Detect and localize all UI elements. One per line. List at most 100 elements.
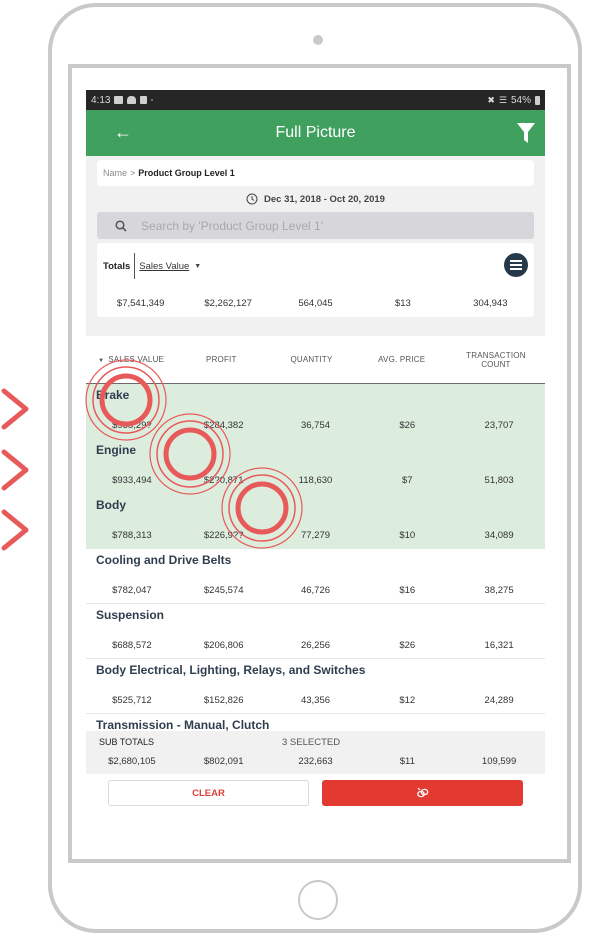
app-bottom-space (86, 810, 545, 858)
column-header-transaction-count[interactable]: TRANSACTION COUNT (447, 351, 545, 369)
table-body: Brake $958,29? $284,382 36,754 $26 23,707 Engi… (86, 384, 545, 734)
table-row[interactable]: Engine $933,494 $2?0,871 118,630 $7 51,803 (86, 439, 545, 494)
row-name: Body Electrical, Lighting, Relays, and S… (96, 663, 366, 677)
table-row[interactable]: Suspension $688,572 $206,806 26,256 $26 16,32… (86, 604, 545, 659)
breadcrumb-separator: > (130, 168, 136, 178)
subtotal-avg-price: $11 (399, 756, 415, 767)
battery-icon (535, 95, 540, 105)
row-name: Cooling and Drive Belts (96, 553, 232, 567)
menu-line (510, 264, 522, 266)
annotation-chevron-3 (0, 508, 30, 552)
annotation-chevron-1 (0, 387, 30, 431)
menu-line (510, 260, 522, 262)
menu-button[interactable] (504, 253, 528, 277)
column-header-quantity[interactable]: QUANTITY (266, 355, 356, 364)
cell-avg-price: $7 (402, 475, 413, 486)
row-name: Engine (96, 443, 137, 457)
cell-transaction-count: 16,321 (484, 640, 514, 651)
gallery-icon (114, 96, 124, 104)
table-row[interactable]: Cooling and Drive Belts $782,047 $245,574 4… (86, 549, 545, 604)
table-row[interactable]: Body Electrical, Lighting, Relays, and S… (86, 659, 545, 714)
unlink-icon (416, 787, 428, 798)
breadcrumb: Name > Product Group Level 1 (97, 160, 534, 186)
app-screen: 4:13 ✖ ☰ 54% ← Full Picture Name > Produ… (86, 90, 545, 810)
status-time: 4:13 (91, 94, 111, 106)
subtotal-quantity: 232,663 (298, 756, 333, 767)
chevron-right-icon (1, 388, 29, 430)
status-bar: 4:13 ✖ ☰ 54% (86, 90, 545, 110)
total-transaction-count: 304,943 (473, 298, 508, 309)
totals-values: $7,541,349 $2,262,127 564,045 $13 304,94… (97, 298, 534, 309)
cell-quantity: 77,279 (300, 530, 331, 541)
unlink-button[interactable] (322, 780, 523, 806)
subtotal-transaction-count: 109,599 (481, 756, 517, 767)
cell-quantity: 43,356 (300, 695, 331, 706)
total-sales-value: $7,541,349 (116, 298, 165, 309)
column-header-profit[interactable]: PROFIT (176, 355, 266, 364)
row-values: $782,047 $245,574 46,726 $16 38,275 (86, 585, 545, 596)
subtotals-bar: SUB TOTALS 3 SELECTED $2,680,105 $802,09… (86, 731, 545, 774)
cell-transaction-count: 51,803 (484, 475, 514, 486)
cell-avg-price: $26 (399, 420, 416, 431)
annotation-chevron-2 (0, 448, 30, 492)
battery-percent: 54% (510, 94, 531, 106)
menu-line (510, 268, 522, 270)
subtotal-sales-value: $2,680,105 (108, 756, 156, 767)
date-range[interactable]: Dec 31, 2018 - Oct 20, 2019 (86, 186, 545, 212)
column-header-sales-value[interactable]: SALES VALUE (86, 355, 176, 364)
cell-transaction-count: 23,707 (484, 420, 514, 431)
mute-icon: ✖ (487, 94, 495, 105)
camera-dot (313, 35, 323, 45)
row-name: Body (96, 498, 126, 512)
total-profit: $2,262,127 (204, 298, 252, 309)
subtotals-label: SUB TOTALS (99, 737, 155, 747)
table-row[interactable]: Brake $958,29? $284,382 36,754 $26 23,707 (86, 384, 545, 439)
cell-profit: $245,574 (203, 585, 244, 596)
cell-profit: $206,806 (203, 640, 244, 651)
table-row[interactable]: Body $788,313 $226,9?? 77,279 $10 34,089 (86, 494, 545, 549)
breadcrumb-root[interactable]: Name (103, 168, 127, 178)
column-header-avg-price[interactable]: AVG. PRICE (357, 355, 447, 364)
chevron-right-icon (1, 449, 29, 491)
cell-quantity: 36,754 (300, 420, 331, 431)
search-input[interactable] (139, 217, 523, 234)
cloud-icon (127, 96, 137, 104)
row-name: Suspension (96, 608, 165, 622)
search-icon (115, 219, 127, 232)
subtotal-profit: $802,091 (203, 756, 244, 767)
selected-count: 3 SELECTED (282, 737, 341, 748)
cell-avg-price: $10 (399, 530, 416, 541)
cell-quantity: 46,726 (300, 585, 331, 596)
cell-profit: $2?0,871 (203, 475, 244, 486)
totals-card: Totals Sales Value ▼ $7,541,349 $2,262,1… (97, 243, 534, 317)
row-values: $933,494 $2?0,871 118,630 $7 51,803 (86, 475, 545, 486)
caret-down-icon[interactable]: ▼ (194, 263, 201, 270)
filter-icon[interactable] (517, 123, 535, 143)
total-avg-price: $13 (394, 298, 411, 309)
app-bar: ← Full Picture (86, 110, 545, 156)
subtotals-values: $2,680,105 $802,091 232,663 $11 109,599 (86, 756, 545, 767)
cell-quantity: 118,630 (298, 475, 333, 486)
row-values: $688,572 $206,806 26,256 $26 16,321 (86, 640, 545, 651)
cell-sales-value: $958,29? (112, 420, 152, 431)
row-name: Brake (96, 388, 130, 402)
home-button[interactable] (298, 880, 338, 920)
metric-selector[interactable]: Sales Value (139, 261, 189, 272)
cell-sales-value: $525,712 (112, 695, 152, 706)
cell-avg-price: $16 (399, 585, 416, 596)
row-values: $525,712 $152,826 43,356 $12 24,289 (86, 695, 545, 706)
sim-icon (140, 96, 148, 104)
cell-profit: $226,9?? (203, 530, 244, 541)
arrow-left-icon[interactable]: ← (114, 122, 132, 142)
action-bar: CLEAR (86, 774, 545, 810)
clear-button[interactable]: CLEAR (108, 780, 309, 806)
breadcrumb-current: Product Group Level 1 (138, 168, 235, 178)
cell-transaction-count: 24,289 (484, 695, 514, 706)
cell-quantity: 26,256 (300, 640, 331, 651)
table-header: SALES VALUE PROFIT QUANTITY AVG. PRICE T… (86, 336, 545, 384)
chevron-right-icon (1, 509, 29, 551)
cell-sales-value: $782,047 (112, 585, 152, 596)
data-table: SALES VALUE PROFIT QUANTITY AVG. PRICE T… (86, 336, 545, 734)
row-name: Transmission - Manual, Clutch (96, 718, 270, 732)
history-clock-icon (246, 193, 258, 205)
